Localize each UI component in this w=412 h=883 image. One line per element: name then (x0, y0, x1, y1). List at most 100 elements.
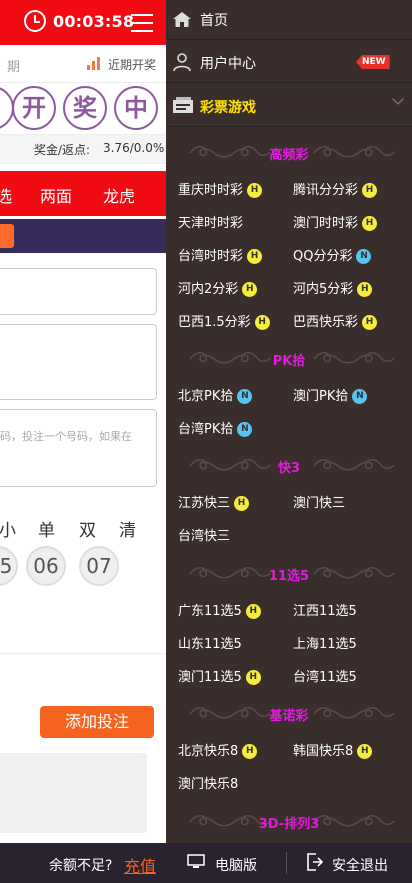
game-item-label: 台湾PK拾 (178, 422, 234, 437)
game-item-label: 澳门快三 (293, 496, 346, 511)
game-item[interactable]: 澳门PK拾 N (293, 385, 368, 404)
game-item[interactable]: 山东11选5 (178, 633, 242, 652)
game-item[interactable]: 澳门11选5 H (178, 666, 261, 685)
hot-badge: H (247, 249, 263, 264)
draw-ball: 开 (12, 86, 56, 130)
game-item[interactable]: QQ分分彩 N (293, 245, 372, 264)
game-item[interactable]: 重庆时时彩 H (178, 179, 263, 198)
add-bet-button[interactable]: 添加投注 (40, 706, 154, 738)
hot-badge: H (357, 744, 373, 759)
menu-item-lottery-games[interactable]: 彩票游戏 (166, 85, 412, 127)
game-category-header: 高频彩 (166, 140, 412, 166)
play-tabs-bar (0, 171, 166, 216)
game-item[interactable]: 台湾11选5 (293, 666, 357, 685)
menu-item-label: 用户中心 (200, 56, 256, 72)
game-category-header: 3D-排列3 (166, 809, 412, 835)
game-item-label: 澳门时时彩 (293, 216, 359, 231)
pc-version-button[interactable]: 电脑版 (215, 855, 257, 875)
menu-item-home[interactable]: 首页 (166, 0, 412, 40)
hamburger-menu-icon[interactable] (131, 14, 153, 32)
quick-pick-small[interactable]: 小 (0, 516, 16, 541)
home-icon (173, 12, 191, 27)
game-item[interactable]: 韩国快乐8 H (293, 740, 373, 759)
game-item-label: 台湾11选5 (293, 670, 357, 685)
game-item[interactable]: 江苏快三 H (178, 492, 250, 511)
logout-button[interactable]: 安全退出 (332, 855, 388, 875)
game-item[interactable]: 天津时时彩 (178, 212, 243, 231)
game-item[interactable]: 北京快乐8 H (178, 740, 258, 759)
game-item-label: 澳门快乐8 (178, 777, 239, 792)
game-item-label: 江西11选5 (293, 604, 357, 619)
game-item[interactable]: 台湾快三 (178, 525, 230, 544)
game-item-label: 天津时时彩 (178, 216, 244, 231)
countdown-timer: 00:03:58 (53, 12, 135, 31)
bet-textarea[interactable] (0, 409, 157, 487)
game-item-label: 广东11选5 (178, 604, 242, 619)
bet-input-2[interactable] (0, 324, 157, 400)
insufficient-balance-text: 余额不足? (49, 858, 113, 874)
lottery-games-title: 彩票游戏 (200, 100, 256, 116)
game-item[interactable]: 澳门快乐8 (178, 773, 238, 792)
quick-pick-clear[interactable]: 清 (119, 516, 136, 541)
game-category-header: 基诺彩 (166, 701, 412, 727)
game-item[interactable]: 澳门快三 (293, 492, 345, 511)
game-item[interactable]: 广东11选5 H (178, 600, 261, 619)
hot-badge: H (234, 496, 250, 511)
recent-draws-link[interactable]: 近期开奖 (108, 56, 156, 73)
game-item-label: 河内5分彩 (293, 282, 354, 297)
game-item[interactable]: 澳门时时彩 H (293, 212, 378, 231)
number-ball[interactable]: 5 (0, 546, 18, 586)
new-game-badge: N (352, 389, 368, 404)
sub-tab-button[interactable] (0, 224, 14, 248)
game-category-header: 快3 (166, 453, 412, 479)
game-item-label: 台湾时时彩 (178, 249, 244, 264)
hot-badge: H (254, 315, 270, 330)
game-item[interactable]: 巴西1.5分彩 H (178, 311, 270, 330)
game-item-label: 江苏快三 (178, 496, 231, 511)
menu-item-user-center[interactable]: 用户中心 NEW (166, 43, 412, 83)
menu-item-label: 首页 (200, 13, 228, 29)
game-item[interactable]: 江西11选5 (293, 600, 357, 619)
bet-textarea-placeholder: 码，投注一个号码，如果在 (0, 430, 132, 443)
trend-chart-icon[interactable] (87, 56, 101, 70)
new-badge: NEW (356, 55, 390, 69)
game-category-header: PK拾 (166, 346, 412, 372)
game-category-title: 3D-排列3 (258, 817, 320, 832)
hot-badge: H (362, 183, 378, 198)
game-item[interactable]: 河内2分彩 H (178, 278, 258, 297)
game-item-label: 韩国快乐8 (293, 744, 354, 759)
game-item[interactable]: 台湾时时彩 H (178, 245, 263, 264)
logout-icon[interactable] (306, 853, 324, 871)
chevron-down-icon (392, 93, 404, 105)
user-icon (173, 53, 191, 72)
divider (0, 653, 166, 654)
number-ball[interactable]: 06 (26, 546, 66, 586)
game-item[interactable]: 腾讯分分彩 H (293, 179, 378, 198)
game-item-label: 河内2分彩 (178, 282, 239, 297)
game-item-label: 澳门PK拾 (293, 389, 349, 404)
game-item[interactable]: 北京PK拾 N (178, 385, 253, 404)
tab-select[interactable]: 选 (0, 183, 12, 207)
game-item[interactable]: 河内5分彩 H (293, 278, 373, 297)
game-item-label: 腾讯分分彩 (293, 183, 359, 198)
bet-input-1[interactable] (0, 268, 157, 315)
game-item[interactable]: 台湾PK拾 N (178, 418, 253, 437)
hot-badge: H (245, 670, 261, 685)
draw-ball: 中 (114, 86, 158, 130)
game-item[interactable]: 巴西快乐彩 H (293, 311, 378, 330)
game-item[interactable]: 上海11选5 (293, 633, 357, 652)
game-item-label: 巴西快乐彩 (293, 315, 359, 330)
tab-two-sides[interactable]: 两面 (40, 183, 72, 207)
number-ball[interactable]: 07 (79, 546, 119, 586)
period-label: 期 (7, 60, 21, 75)
quick-pick-odd[interactable]: 单 (38, 516, 55, 541)
quick-pick-even[interactable]: 双 (79, 516, 96, 541)
clock-icon (24, 10, 46, 32)
desktop-icon[interactable] (187, 854, 205, 868)
tab-dragon-tiger[interactable]: 龙虎 (103, 183, 135, 207)
game-item-label: 山东11选5 (178, 637, 242, 652)
top-up-link[interactable]: 充值 (124, 853, 156, 877)
screen: 00:03:58 期 近期开奖 开 奖 中 奖金/返点: 3.76/0.0% 选… (0, 0, 412, 883)
hot-badge: H (362, 216, 378, 231)
game-category-title: 基诺彩 (269, 709, 309, 724)
